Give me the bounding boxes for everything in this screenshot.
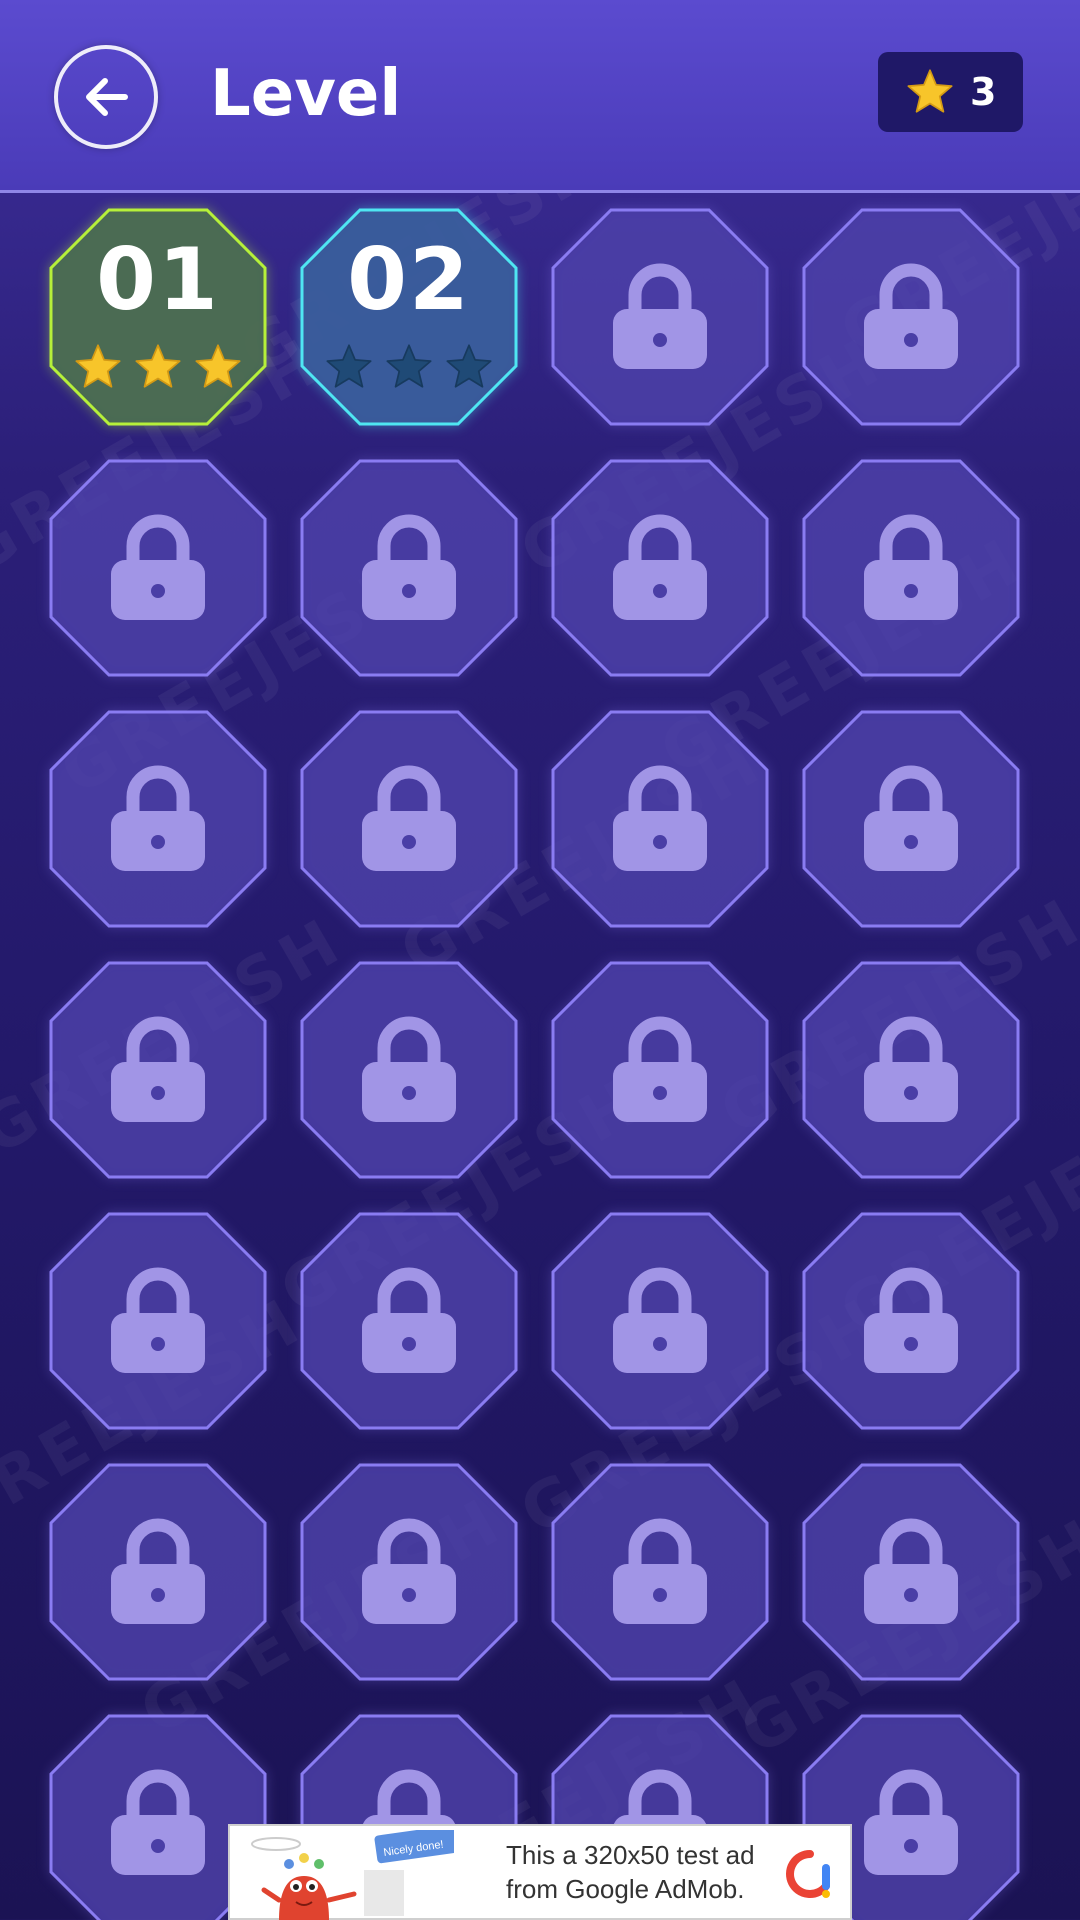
level-tile-01[interactable]: 01 [49,208,267,426]
level-tile-02[interactable]: 02 [300,208,518,426]
level-tile-locked [802,961,1020,1179]
lock-icon [864,1267,958,1373]
level-tile-locked [49,710,267,928]
lock-icon [864,1769,958,1875]
star-empty-icon [386,344,432,388]
lock-icon [111,1267,205,1373]
lock-icon [864,1016,958,1122]
back-button[interactable] [54,45,158,149]
level-tile-locked [802,1463,1020,1681]
star-filled-icon [195,344,241,388]
level-number: 01 [96,230,220,330]
lock-icon [111,1016,205,1122]
lock-icon [613,263,707,369]
level-tile-locked [802,710,1020,928]
level-tile-locked [802,1212,1020,1430]
ad-text: This a 320x50 test ad from Google AdMob. [506,1838,776,1906]
level-tile-locked [551,1212,769,1430]
level-tile-locked [551,459,769,677]
star-filled-icon [75,344,121,388]
lock-icon [864,1518,958,1624]
ad-banner[interactable]: Nicely done! This a 320x50 test ad from … [228,1824,852,1920]
level-grid: 01 02 [0,0,1080,1920]
lock-icon [362,1016,456,1122]
lock-icon [111,1769,205,1875]
level-tile-locked [551,710,769,928]
star-icon [907,69,953,113]
level-tile-locked [300,1212,518,1430]
lock-icon [864,765,958,871]
star-count: 3 [970,70,997,114]
lock-icon [111,514,205,620]
ad-text-line2: from Google AdMob. [506,1874,745,1904]
level-tile-locked [551,208,769,426]
level-tile-locked [551,961,769,1179]
level-tile-locked [49,459,267,677]
level-tile-locked [49,961,267,1179]
page-title: Level [210,57,402,131]
header-bar: Level 3 [0,0,1080,193]
level-tile-locked [802,208,1020,426]
arrow-left-icon [86,78,128,116]
level-tile-locked [300,961,518,1179]
lock-icon [111,765,205,871]
level-tile-locked [49,1463,267,1681]
lock-icon [613,765,707,871]
ad-illustration: Nicely done! [251,1830,454,1920]
star-empty-icon [446,344,492,388]
level-tile-locked [551,1463,769,1681]
lock-icon [613,1267,707,1373]
admob-logo-icon [786,1850,830,1898]
level-tile-locked [802,459,1020,677]
star-counter: 3 [878,52,1023,132]
star-filled-icon [135,344,181,388]
ad-text-line1: This a 320x50 test ad [506,1840,755,1870]
lock-icon [111,1518,205,1624]
lock-icon [613,514,707,620]
lock-icon [864,514,958,620]
lock-icon [864,263,958,369]
lock-icon [613,1016,707,1122]
level-tile-locked [300,710,518,928]
level-tile-locked [300,1463,518,1681]
level-number: 02 [347,230,471,330]
lock-icon [362,1518,456,1624]
lock-icon [362,1267,456,1373]
lock-icon [362,765,456,871]
lock-icon [362,514,456,620]
level-tile-locked [49,1212,267,1430]
star-empty-icon [326,344,372,388]
lock-icon [613,1518,707,1624]
level-stars [49,342,267,392]
level-stars [300,342,518,392]
level-tile-locked [300,459,518,677]
